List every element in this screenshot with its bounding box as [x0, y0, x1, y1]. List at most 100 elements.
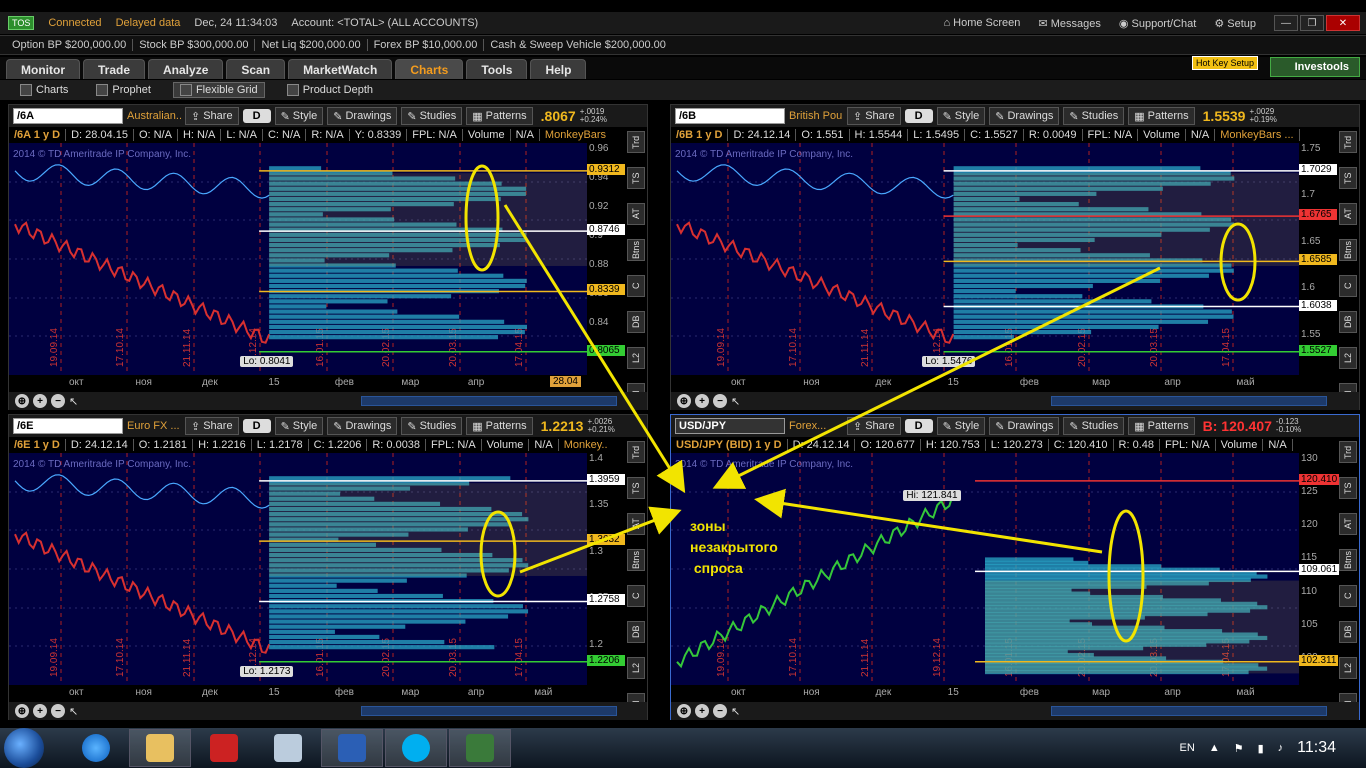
side-tab-db[interactable]: DB: [627, 621, 645, 643]
taskbar-acrobat[interactable]: [193, 729, 255, 767]
aggregation-d-button[interactable]: D: [242, 109, 271, 123]
side-tab-ts[interactable]: TS: [627, 477, 645, 499]
flag-icon[interactable]: ⚑: [1234, 742, 1244, 755]
account-selector[interactable]: Account: <TOTAL> (ALL ACCOUNTS): [291, 17, 478, 29]
side-tab-at[interactable]: AT: [1339, 513, 1357, 535]
symbol-input[interactable]: /6E: [13, 418, 123, 434]
tab-trade[interactable]: Trade: [83, 59, 146, 79]
studies-button[interactable]: ✎ Studies: [1063, 417, 1125, 435]
side-tab-l2[interactable]: L2: [627, 657, 645, 679]
side-tab-c[interactable]: C: [627, 585, 645, 607]
home-screen-button[interactable]: ⌂ Home Screen: [943, 17, 1020, 29]
symbol-input[interactable]: USD/JPY: [675, 418, 785, 434]
patterns-button[interactable]: ▦ Patterns: [1128, 417, 1195, 435]
zoom-out-button[interactable]: −: [713, 704, 727, 718]
subtab-flexible-grid[interactable]: Flexible Grid: [172, 82, 265, 98]
zoom-out-button[interactable]: −: [51, 394, 65, 408]
taskbar-skype[interactable]: [385, 729, 447, 767]
network-icon[interactable]: ▮: [1258, 742, 1264, 755]
messages-button[interactable]: ✉ Messages: [1038, 17, 1100, 30]
taskbar-word[interactable]: [321, 729, 383, 767]
time-scrollbar[interactable]: [361, 706, 617, 716]
volume-icon[interactable]: ♪: [1278, 742, 1284, 754]
aggregation-d-button[interactable]: D: [904, 419, 933, 433]
zoom-fit-button[interactable]: ⊕: [677, 394, 691, 408]
studies-button[interactable]: ✎ Studies: [401, 107, 463, 125]
side-tab-trd[interactable]: Trd: [1339, 131, 1357, 153]
side-tab-c[interactable]: C: [1339, 275, 1357, 297]
setup-button[interactable]: ⚙ Setup: [1214, 17, 1256, 30]
minimize-button[interactable]: —: [1274, 15, 1298, 31]
cursor-mode-button[interactable]: ↖: [69, 705, 78, 718]
side-tab-trd[interactable]: Trd: [1339, 441, 1357, 463]
language-indicator[interactable]: EN: [1180, 742, 1195, 754]
side-tab-ts[interactable]: TS: [627, 167, 645, 189]
tab-charts[interactable]: Charts: [395, 59, 464, 79]
side-tab-l2[interactable]: L2: [1339, 347, 1357, 369]
drawings-button[interactable]: ✎ Drawings: [327, 417, 398, 435]
tab-analyze[interactable]: Analyze: [148, 59, 224, 79]
share-button[interactable]: ⇪ Share: [185, 417, 239, 435]
zoom-in-button[interactable]: +: [33, 394, 47, 408]
style-button[interactable]: ✎ Style: [274, 107, 324, 125]
side-tab-db[interactable]: DB: [1339, 621, 1357, 643]
symbol-input[interactable]: /6A: [13, 108, 123, 124]
patterns-button[interactable]: ▦ Patterns: [1128, 107, 1195, 125]
close-button[interactable]: ✕: [1326, 15, 1360, 31]
style-button[interactable]: ✎ Style: [936, 107, 986, 125]
subtab-prophet[interactable]: Prophet: [90, 83, 157, 97]
tray-arrow-icon[interactable]: ▲: [1209, 742, 1220, 754]
side-tab-ts[interactable]: TS: [1339, 167, 1357, 189]
time-scrollbar[interactable]: [1050, 396, 1327, 406]
clock[interactable]: 11:34: [1297, 739, 1336, 757]
zoom-out-button[interactable]: −: [713, 394, 727, 408]
side-tab-at[interactable]: AT: [627, 513, 645, 535]
side-tab-c[interactable]: C: [627, 275, 645, 297]
zoom-in-button[interactable]: +: [695, 704, 709, 718]
zoom-in-button[interactable]: +: [695, 394, 709, 408]
time-scrollbar[interactable]: [1050, 706, 1327, 716]
side-tab-db[interactable]: DB: [627, 311, 645, 333]
drawings-button[interactable]: ✎ Drawings: [327, 107, 398, 125]
aggregation-d-button[interactable]: D: [242, 419, 271, 433]
cursor-mode-button[interactable]: ↖: [731, 395, 740, 408]
time-scrollbar[interactable]: [361, 396, 617, 406]
tab-help[interactable]: Help: [530, 59, 587, 79]
side-tab-trd[interactable]: Trd: [627, 131, 645, 153]
zoom-out-button[interactable]: −: [51, 704, 65, 718]
style-button[interactable]: ✎ Style: [274, 417, 324, 435]
side-tab-trd[interactable]: Trd: [627, 441, 645, 463]
side-tab-btns[interactable]: Btns: [627, 549, 645, 571]
patterns-button[interactable]: ▦ Patterns: [466, 107, 533, 125]
taskbar-calculator[interactable]: [257, 729, 319, 767]
zoom-fit-button[interactable]: ⊕: [677, 704, 691, 718]
support-chat-button[interactable]: ◉ Support/Chat: [1119, 17, 1196, 30]
drawings-button[interactable]: ✎ Drawings: [989, 417, 1060, 435]
taskbar-thinkorswim[interactable]: [449, 729, 511, 767]
side-tab-btns[interactable]: Btns: [627, 239, 645, 261]
zoom-in-button[interactable]: +: [33, 704, 47, 718]
zoom-fit-button[interactable]: ⊕: [15, 394, 29, 408]
patterns-button[interactable]: ▦ Patterns: [466, 417, 533, 435]
investools-button[interactable]: Investools: [1269, 57, 1360, 77]
share-button[interactable]: ⇪ Share: [847, 417, 901, 435]
drawings-button[interactable]: ✎ Drawings: [989, 107, 1060, 125]
taskbar-explorer[interactable]: [129, 729, 191, 767]
side-tab-c[interactable]: C: [1339, 585, 1357, 607]
tab-monitor[interactable]: Monitor: [6, 59, 80, 79]
side-tab-ts[interactable]: TS: [1339, 477, 1357, 499]
side-tab-at[interactable]: AT: [1339, 203, 1357, 225]
share-button[interactable]: ⇪ Share: [185, 107, 239, 125]
side-tab-at[interactable]: AT: [627, 203, 645, 225]
tab-tools[interactable]: Tools: [466, 59, 528, 79]
share-button[interactable]: ⇪ Share: [847, 107, 901, 125]
studies-button[interactable]: ✎ Studies: [1063, 107, 1125, 125]
side-tab-l2[interactable]: L2: [627, 347, 645, 369]
taskbar-ie[interactable]: [65, 729, 127, 767]
side-tab-btns[interactable]: Btns: [1339, 549, 1357, 571]
hot-key-setup-button[interactable]: Hot Key Setup: [1191, 56, 1258, 70]
zoom-fit-button[interactable]: ⊕: [15, 704, 29, 718]
subtab-product-depth[interactable]: Product Depth: [281, 83, 379, 97]
tab-marketwatch[interactable]: MarketWatch: [288, 59, 393, 79]
symbol-input[interactable]: /6B: [675, 108, 785, 124]
